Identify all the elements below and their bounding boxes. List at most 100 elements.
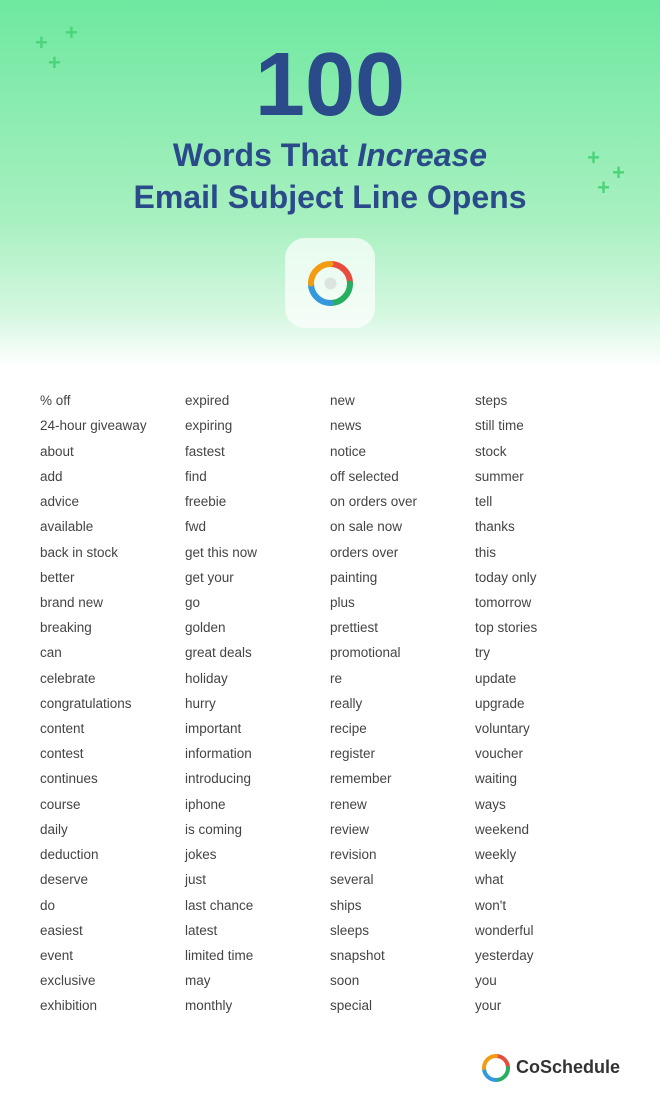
word-item: % off: [40, 388, 185, 413]
word-item: deserve: [40, 867, 185, 892]
word-item: expiring: [185, 413, 330, 438]
word-item: go: [185, 590, 330, 615]
decoration-plus-1: +: [35, 30, 48, 56]
decoration-plus-6: +: [597, 175, 610, 201]
word-item: exhibition: [40, 993, 185, 1018]
word-item: tomorrow: [475, 590, 620, 615]
word-item: important: [185, 716, 330, 741]
word-item: is coming: [185, 817, 330, 842]
word-item: exclusive: [40, 968, 185, 993]
word-item: what: [475, 867, 620, 892]
word-item: thanks: [475, 514, 620, 539]
word-item: snapshot: [330, 943, 475, 968]
word-item: today only: [475, 565, 620, 590]
word-item: fwd: [185, 514, 330, 539]
word-item: course: [40, 792, 185, 817]
word-item: yesterday: [475, 943, 620, 968]
word-column-col3: newnewsnoticeoff selectedon orders over o…: [330, 388, 475, 1018]
coschedule-logo-icon: [303, 256, 358, 311]
word-item: advice: [40, 489, 185, 514]
word-item: try: [475, 640, 620, 665]
word-item: better: [40, 565, 185, 590]
big-number: 100: [30, 40, 630, 130]
word-item: plus: [330, 590, 475, 615]
word-item: update: [475, 666, 620, 691]
word-item: notice: [330, 439, 475, 464]
word-item: information: [185, 741, 330, 766]
word-item: fastest: [185, 439, 330, 464]
word-item: on orders over: [330, 489, 475, 514]
word-item: remember: [330, 766, 475, 791]
word-item: available: [40, 514, 185, 539]
word-item: back in stock: [40, 540, 185, 565]
word-item: won't: [475, 893, 620, 918]
word-item: add: [40, 464, 185, 489]
subtitle-text-1: Words That: [173, 137, 357, 173]
word-column-col4: stepsstill timestocksummertellthanksthis…: [475, 388, 620, 1018]
word-item: prettiest: [330, 615, 475, 640]
words-section: % off24-hour giveawayaboutaddadviceavail…: [0, 368, 660, 1038]
word-item: register: [330, 741, 475, 766]
decoration-plus-5: +: [587, 145, 600, 171]
word-item: hurry: [185, 691, 330, 716]
footer: CoSchedule: [0, 1039, 660, 1102]
word-item: wonderful: [475, 918, 620, 943]
word-item: top stories: [475, 615, 620, 640]
subtitle: Words That Increase Email Subject Line O…: [30, 135, 630, 218]
word-item: can: [40, 640, 185, 665]
word-item: last chance: [185, 893, 330, 918]
word-item: golden: [185, 615, 330, 640]
footer-logo-icon: [482, 1054, 510, 1082]
word-item: find: [185, 464, 330, 489]
word-item: ships: [330, 893, 475, 918]
words-grid: % off24-hour giveawayaboutaddadviceavail…: [40, 388, 620, 1018]
word-column-col2: expiredexpiringfastestfindfreebiefwdget …: [185, 388, 330, 1018]
word-item: content: [40, 716, 185, 741]
word-item: this: [475, 540, 620, 565]
word-item: orders over: [330, 540, 475, 565]
word-item: ways: [475, 792, 620, 817]
logo-container: [285, 238, 375, 328]
word-item: brand new: [40, 590, 185, 615]
word-item: voucher: [475, 741, 620, 766]
word-item: weekend: [475, 817, 620, 842]
word-item: deduction: [40, 842, 185, 867]
word-item: waiting: [475, 766, 620, 791]
word-item: steps: [475, 388, 620, 413]
footer-brand-name: CoSchedule: [516, 1057, 620, 1078]
word-item: may: [185, 968, 330, 993]
word-item: soon: [330, 968, 475, 993]
word-item: latest: [185, 918, 330, 943]
word-item: get your: [185, 565, 330, 590]
word-item: event: [40, 943, 185, 968]
decoration-plus-3: +: [48, 50, 61, 76]
word-item: contest: [40, 741, 185, 766]
word-item: special: [330, 993, 475, 1018]
word-item: sleeps: [330, 918, 475, 943]
word-item: holiday: [185, 666, 330, 691]
word-item: easiest: [40, 918, 185, 943]
word-item: weekly: [475, 842, 620, 867]
word-item: about: [40, 439, 185, 464]
word-item: introducing: [185, 766, 330, 791]
word-item: breaking: [40, 615, 185, 640]
word-item: new: [330, 388, 475, 413]
word-item: get this now: [185, 540, 330, 565]
word-item: re: [330, 666, 475, 691]
word-item: do: [40, 893, 185, 918]
word-item: congratulations: [40, 691, 185, 716]
word-item: continues: [40, 766, 185, 791]
word-item: summer: [475, 464, 620, 489]
word-item: revision: [330, 842, 475, 867]
subtitle-italic: Increase: [357, 137, 487, 173]
word-item: renew: [330, 792, 475, 817]
decoration-plus-4: +: [612, 160, 625, 186]
word-item: jokes: [185, 842, 330, 867]
word-item: expired: [185, 388, 330, 413]
word-item: news: [330, 413, 475, 438]
word-item: painting: [330, 565, 475, 590]
word-item: off selected: [330, 464, 475, 489]
decoration-plus-2: +: [65, 20, 78, 46]
word-item: upgrade: [475, 691, 620, 716]
word-item: monthly: [185, 993, 330, 1018]
